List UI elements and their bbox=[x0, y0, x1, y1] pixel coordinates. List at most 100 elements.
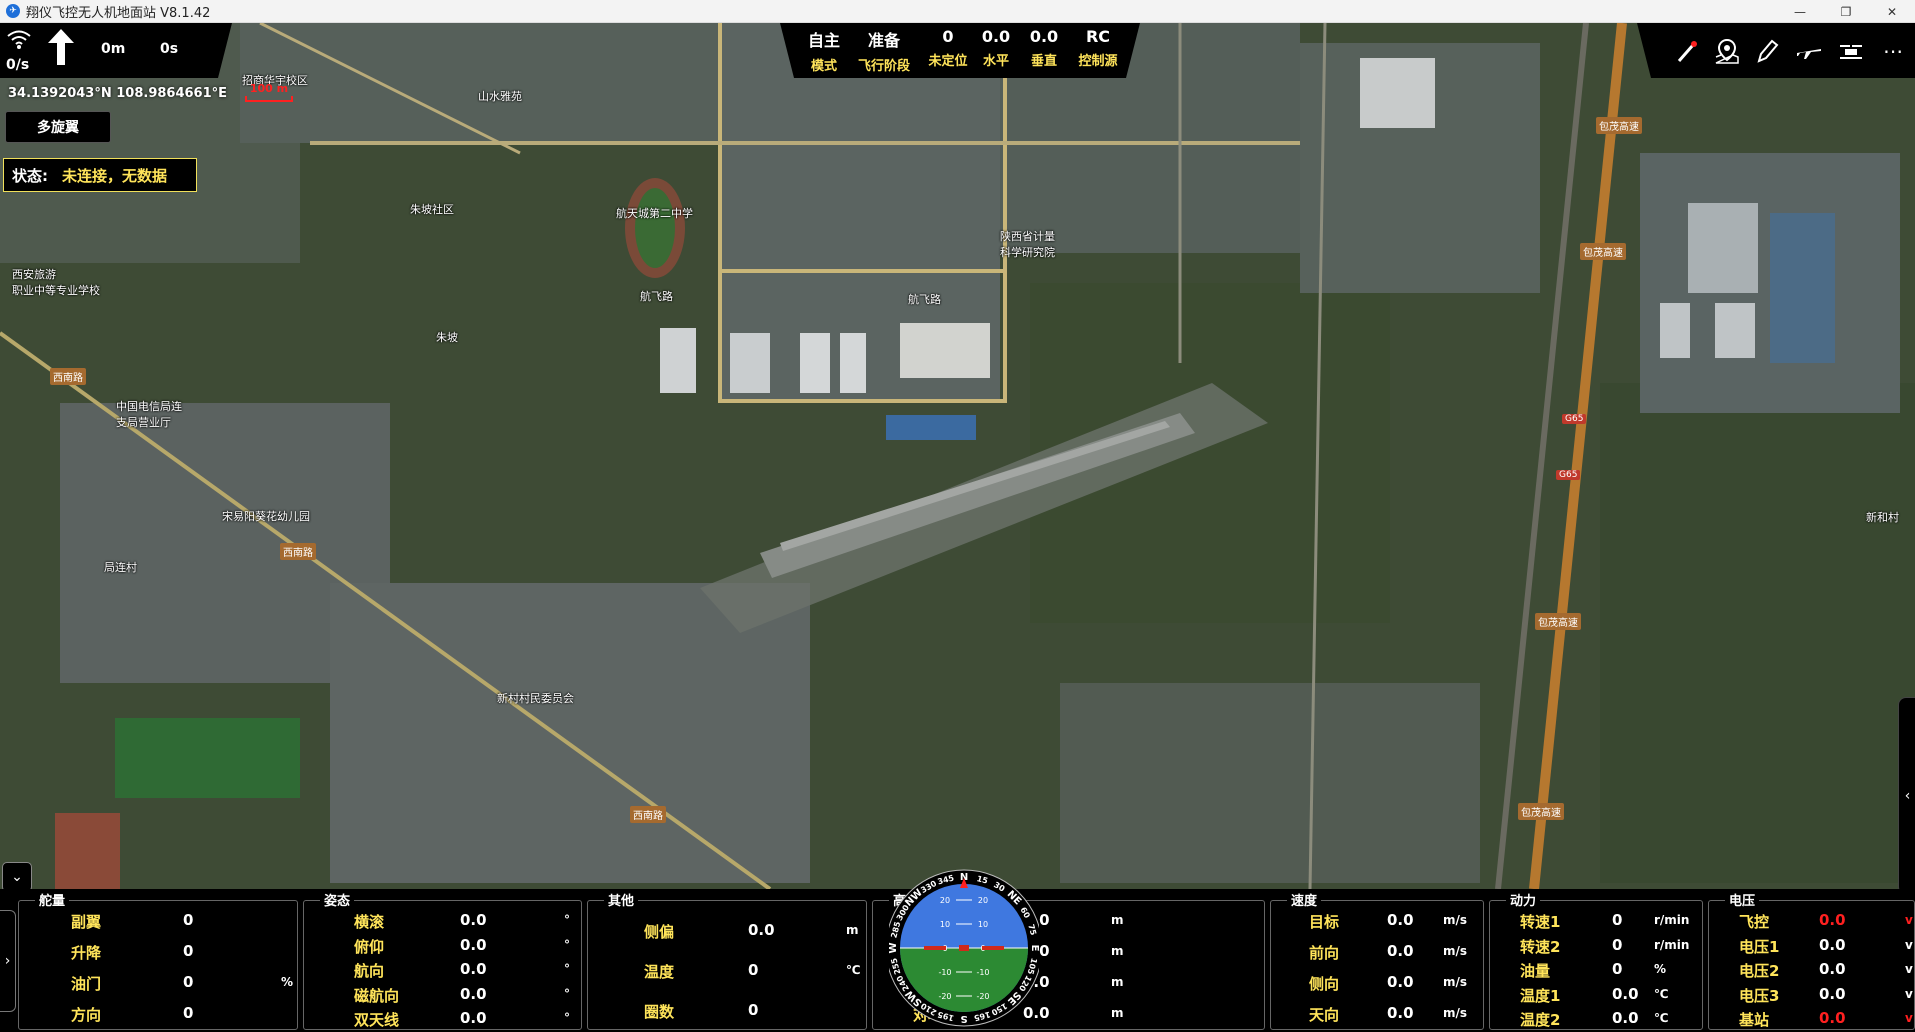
energy-row: 方向 0 bbox=[19, 1004, 297, 1026]
map-place-label: 中国电信局连 bbox=[116, 400, 182, 413]
row-value: 0.0 bbox=[460, 960, 487, 978]
pitch-label: 20 bbox=[978, 896, 988, 905]
row-label: 飞控 bbox=[1739, 913, 1770, 931]
row-value: 0.0 bbox=[1612, 984, 1639, 1003]
voltage-row: 电压3 0.0 v bbox=[1709, 985, 1914, 1007]
row-value: 0 bbox=[1612, 960, 1623, 978]
map-scale-label: 100 m bbox=[249, 82, 289, 95]
horizontal-cell: 0.0 水平 bbox=[972, 23, 1020, 69]
row-unit: ℃ bbox=[1654, 986, 1669, 1001]
left-panel-toggle[interactable]: › bbox=[0, 910, 16, 1012]
speed-row: 侧向 0.0 m/s bbox=[1271, 973, 1483, 995]
chevron-left-icon: ‹ bbox=[1904, 788, 1911, 804]
other-panel-title: 其他 bbox=[604, 890, 639, 909]
pitch-label: 10 bbox=[978, 920, 988, 929]
close-button[interactable]: ✕ bbox=[1869, 0, 1915, 23]
row-unit: m bbox=[1111, 913, 1124, 927]
row-unit: ℃ bbox=[1654, 1011, 1669, 1025]
row-label: 航向 bbox=[354, 962, 385, 980]
row-label: 温度 bbox=[644, 963, 675, 981]
row-value: 0.0 bbox=[1819, 1009, 1846, 1027]
map-place-label: 朱坡 bbox=[436, 331, 458, 344]
row-value: 0.0 bbox=[1819, 984, 1846, 1003]
mode-label: 模式 bbox=[810, 59, 837, 74]
flight-time: 0s bbox=[160, 41, 179, 57]
power-row: 油量 0% bbox=[1490, 960, 1702, 982]
phase-value: 准备 bbox=[867, 31, 900, 50]
horizontal-label: 水平 bbox=[982, 54, 1009, 69]
voltage-panel: 电压 飞控 0.0 v 电压1 0.0 v 电压2 0.0 v 电压3 0.0 v 基站 0.0 v bbox=[1708, 890, 1915, 1030]
row-unit: m/s bbox=[1443, 944, 1468, 958]
map-place-label: 宋易阳葵花幼儿园 bbox=[222, 510, 310, 523]
altitude-readout: 0m bbox=[101, 41, 126, 57]
row-label: 转速2 bbox=[1520, 937, 1561, 956]
row-value: 0.0 bbox=[460, 1009, 487, 1027]
pitch-label: 10 bbox=[940, 920, 950, 929]
control-source-value: RC bbox=[1085, 27, 1111, 46]
row-label: 温度1 bbox=[1520, 986, 1561, 1005]
row-label: 油量 bbox=[1520, 962, 1551, 980]
collapse-panel-button[interactable]: ⌄ bbox=[2, 862, 32, 892]
row-label: 电压2 bbox=[1739, 962, 1780, 980]
map-place-label: 山水雅苑 bbox=[478, 90, 522, 103]
row-label: 横滚 bbox=[354, 913, 385, 931]
energy-row: 升降 0 bbox=[19, 942, 297, 964]
row-value: 0 bbox=[748, 961, 759, 979]
wand-icon[interactable] bbox=[1673, 37, 1701, 65]
row-unit: ° bbox=[564, 913, 570, 927]
phase-label: 飞行阶段 bbox=[857, 59, 910, 74]
row-label: 电压1 bbox=[1739, 937, 1780, 956]
row-value: 0.0 bbox=[1819, 935, 1846, 954]
pencil-icon[interactable] bbox=[1753, 37, 1781, 65]
row-value: 0.0 bbox=[460, 935, 487, 954]
energy-panel-title: 舵量 bbox=[35, 890, 70, 909]
map-road-label: 包茂高速 bbox=[1535, 613, 1581, 630]
row-label: 磁航向 bbox=[354, 986, 400, 1005]
maximize-button[interactable]: ❐ bbox=[1823, 0, 1869, 23]
row-value: 0.0 bbox=[1387, 1004, 1414, 1022]
row-unit: ° bbox=[564, 1011, 570, 1025]
row-unit: m/s bbox=[1443, 1006, 1468, 1020]
map-road-label: 西南路 bbox=[280, 543, 316, 560]
more-icon[interactable]: ⋯ bbox=[1879, 37, 1907, 65]
map-place-label: 职业中等专业学校 bbox=[12, 284, 100, 297]
row-value: 0.0 bbox=[1819, 911, 1846, 929]
attitude-row: 磁航向 0.0 ° bbox=[304, 985, 581, 1007]
attitude-panel-title: 姿态 bbox=[320, 890, 355, 909]
map-place-label: 新村村民委员会 bbox=[497, 692, 574, 705]
map-marker-icon[interactable] bbox=[1713, 37, 1741, 65]
minimize-button[interactable]: — bbox=[1777, 0, 1823, 23]
toolbar: ⋯ bbox=[1637, 23, 1915, 78]
row-value: 0 bbox=[183, 911, 194, 929]
flight-state-panel: 自主 模式 准备 飞行阶段 0 未定位 0.0 水平 0.0 垂直 RC 控制源 bbox=[780, 23, 1140, 78]
control-source-cell: RC 控制源 bbox=[1068, 23, 1128, 69]
energy-row: 副翼 0 bbox=[19, 911, 297, 933]
row-label: 基站 bbox=[1739, 1011, 1770, 1029]
pitch-label: -10 bbox=[938, 968, 951, 977]
drone-icon[interactable] bbox=[1837, 37, 1865, 65]
attitude-row: 航向 0.0 ° bbox=[304, 960, 581, 982]
map-place-label: 科学研究院 bbox=[1000, 246, 1055, 259]
vertical-cell: 0.0 垂直 bbox=[1020, 23, 1068, 69]
map-place-label: 支局营业厅 bbox=[116, 416, 171, 429]
row-value: 0 bbox=[1612, 935, 1623, 954]
map-place-label: 航飞路 bbox=[640, 290, 673, 303]
row-label: 天向 bbox=[1309, 1006, 1340, 1024]
gps-label: 未定位 bbox=[928, 54, 968, 69]
row-value: 0.0 bbox=[460, 984, 487, 1003]
row-unit: ° bbox=[564, 986, 570, 1001]
status-label: 状态: bbox=[12, 166, 48, 185]
speed-row: 目标 0.0 m/s bbox=[1271, 911, 1483, 933]
satellite-map[interactable]: 招商华宇校区 山水雅苑 朱坡社区 航天城第二中学 陕西省计量 科学研究院 航飞路 航飞路 西安旅… bbox=[0, 23, 1915, 889]
vehicle-type-button[interactable]: 多旋翼 bbox=[5, 111, 111, 143]
vertical-label: 垂直 bbox=[1030, 54, 1057, 69]
right-panel-toggle[interactable]: ‹ bbox=[1898, 697, 1915, 895]
attitude-row: 俯仰 0.0 ° bbox=[304, 936, 581, 958]
row-label: 升降 bbox=[71, 944, 102, 962]
row-label: 俯仰 bbox=[354, 937, 385, 956]
airplane-icon[interactable] bbox=[1795, 37, 1823, 65]
row-label: 侧向 bbox=[1309, 975, 1340, 993]
energy-panel: 舵量 副翼 0 升降 0 油门 0% 方向 0 bbox=[18, 890, 298, 1030]
row-unit: m bbox=[1111, 944, 1124, 958]
speed-row: 天向 0.0 m/s bbox=[1271, 1004, 1483, 1026]
